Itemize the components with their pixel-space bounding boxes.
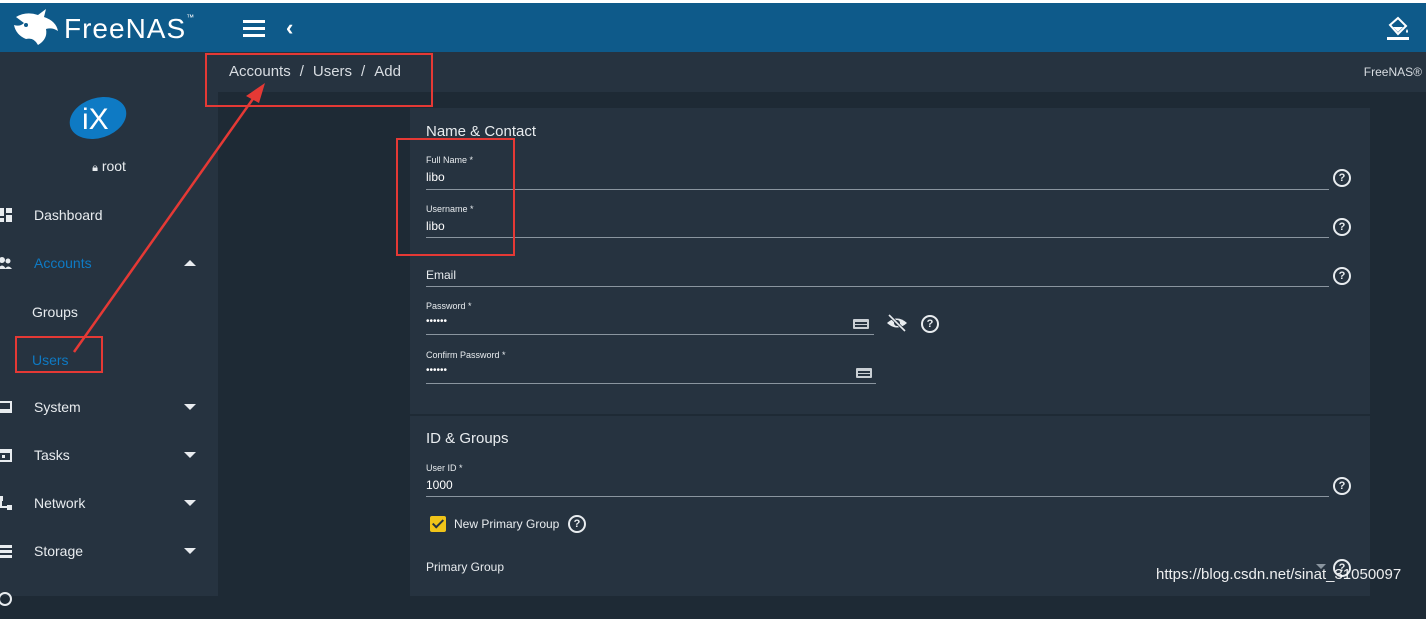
dashboard-icon (0, 208, 12, 222)
brand-label: FreeNAS® (1363, 65, 1422, 79)
help-icon[interactable]: ? (921, 315, 939, 333)
chevron-down-icon (184, 500, 196, 506)
full-name-underline (426, 189, 1329, 190)
directory-services-icon (0, 592, 12, 606)
keyboard-icon[interactable] (856, 368, 872, 378)
chevron-down-icon (184, 404, 196, 410)
freenas-logo[interactable]: FreeNAS™ (12, 9, 202, 49)
password-label: Password * (426, 301, 472, 311)
sidebar-subitem-groups[interactable]: Groups (32, 304, 78, 320)
confirm-password-input[interactable]: •••••• (426, 365, 447, 376)
breadcrumb-bar: Accounts / Users / Add FreeNAS® (218, 52, 1426, 92)
lock-icon: 🔒︎ (92, 162, 98, 174)
user-form-card: Name & Contact Full Name * libo ? Userna… (410, 108, 1370, 596)
storage-icon (0, 545, 12, 558)
help-icon[interactable]: ? (568, 515, 586, 533)
hamburger-menu-icon[interactable] (243, 20, 265, 38)
sidebar-item-system[interactable]: System (0, 387, 218, 427)
keyboard-icon[interactable] (853, 319, 869, 329)
breadcrumb-users[interactable]: Users (313, 63, 352, 80)
full-name-input[interactable]: libo (426, 170, 445, 184)
svg-text:iX: iX (82, 103, 109, 136)
ix-logo: iX (69, 96, 127, 140)
calendar-icon (0, 449, 12, 462)
email-input[interactable]: Email (426, 268, 456, 282)
chevron-down-icon (184, 452, 196, 458)
help-icon[interactable]: ? (1333, 267, 1351, 285)
full-name-label: Full Name * (426, 155, 474, 165)
username-input[interactable]: libo (426, 219, 445, 233)
user-id-label: User ID * (426, 463, 463, 473)
sidebar-item-tasks[interactable]: Tasks (0, 435, 218, 475)
primary-group-select[interactable]: Primary Group (426, 560, 504, 574)
sidebar-item-accounts[interactable]: Accounts (0, 243, 218, 283)
current-user: 🔒︎ root (92, 158, 126, 174)
help-icon[interactable]: ? (1333, 477, 1351, 495)
network-icon (0, 496, 12, 510)
user-id-underline (426, 496, 1329, 497)
confirm-password-underline (426, 383, 876, 384)
section-title-name-contact: Name & Contact (426, 123, 537, 140)
chevron-down-icon (184, 548, 196, 554)
breadcrumb-separator: / (299, 63, 304, 80)
top-toolbar: FreeNAS™ ‹ (0, 0, 1426, 52)
help-icon[interactable]: ? (1333, 218, 1351, 236)
sidebar-item-dashboard[interactable]: Dashboard (0, 195, 218, 235)
password-underline (426, 334, 874, 335)
help-icon[interactable]: ? (1333, 169, 1351, 187)
breadcrumb: Accounts / Users / Add (229, 63, 401, 80)
shark-icon (14, 9, 58, 45)
eye-off-icon[interactable] (885, 314, 909, 332)
sidebar-item-network[interactable]: Network (0, 483, 218, 523)
username-label: Username * (426, 204, 474, 214)
chevron-left-icon[interactable]: ‹ (286, 15, 293, 41)
new-primary-group-label: New Primary Group (454, 517, 560, 531)
breadcrumb-separator: / (361, 63, 366, 80)
section-divider (410, 414, 1370, 416)
watermark-text: https://blog.csdn.net/sinat_31050097 (1156, 566, 1402, 583)
confirm-password-label: Confirm Password * (426, 350, 506, 360)
people-icon (0, 257, 12, 269)
new-primary-group-checkbox[interactable] (430, 516, 446, 532)
breadcrumb-accounts[interactable]: Accounts (229, 63, 291, 80)
sidebar-subitem-users[interactable]: Users (32, 352, 69, 368)
sidebar: iX 🔒︎ root Dashboard Accounts Groups Use… (0, 52, 218, 606)
password-input[interactable]: •••••• (426, 316, 447, 327)
user-id-input[interactable]: 1000 (426, 478, 453, 492)
laptop-icon (0, 401, 12, 413)
logo-text: FreeNAS™ (64, 13, 196, 44)
sidebar-item-storage[interactable]: Storage (0, 531, 218, 571)
sidebar-item-partial[interactable] (0, 579, 218, 619)
chevron-up-icon (184, 260, 196, 266)
breadcrumb-add: Add (374, 63, 401, 80)
section-title-id-groups: ID & Groups (426, 430, 509, 447)
username-underline (426, 237, 1329, 238)
paint-bucket-icon[interactable] (1384, 15, 1412, 43)
email-underline (426, 286, 1329, 287)
